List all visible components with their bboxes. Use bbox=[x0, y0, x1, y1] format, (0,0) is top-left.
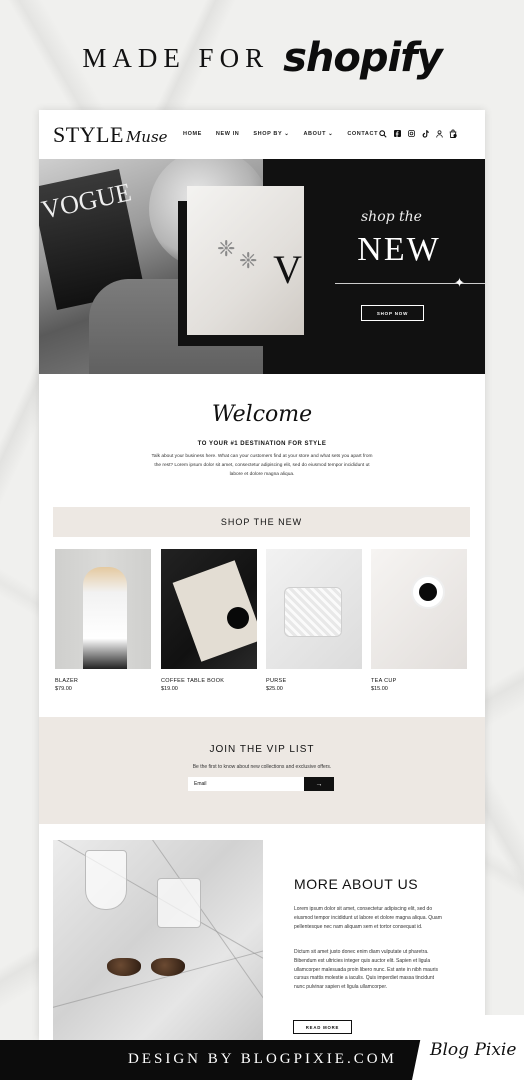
nav-contact[interactable]: CONTACT bbox=[347, 131, 378, 137]
logo-main: STYLE bbox=[53, 122, 124, 147]
vip-subtitle: Be the first to know about new collectio… bbox=[192, 764, 332, 770]
welcome-body: Talk about your business here. What can … bbox=[151, 454, 373, 477]
earring-icon: ❈ bbox=[217, 236, 236, 261]
main-menu: HOME NEW IN SHOP BY ⌄ ABOUT ⌄ CONTACT bbox=[183, 131, 378, 137]
product-image[interactable] bbox=[371, 549, 467, 669]
headline: MADE FOR shopify bbox=[0, 28, 524, 88]
earring-icon: ❈ bbox=[239, 248, 258, 273]
nav-about[interactable]: ABOUT ⌄ bbox=[303, 131, 333, 137]
header-icons bbox=[379, 129, 457, 140]
nav-new-in[interactable]: NEW IN bbox=[216, 131, 239, 137]
footer-credit: DESIGN BY BLOGPIXIE.COM bbox=[128, 1051, 397, 1067]
instagram-icon[interactable] bbox=[407, 130, 415, 139]
hero-title: NEW bbox=[357, 231, 441, 268]
product-name[interactable]: PURSE bbox=[266, 678, 362, 684]
product-grid: BLAZER $79.00 COFFEE TABLE BOOK $19.00 P… bbox=[55, 549, 469, 699]
product-image[interactable] bbox=[161, 549, 257, 669]
nav-shop-by[interactable]: SHOP BY ⌄ bbox=[253, 131, 289, 137]
facebook-icon[interactable] bbox=[393, 130, 401, 139]
water-glass-icon bbox=[157, 878, 201, 928]
made-for-text: MADE FOR bbox=[82, 42, 270, 73]
sparkle-icon: ✦ bbox=[454, 275, 465, 290]
wine-glass-icon bbox=[85, 850, 127, 910]
read-more-button[interactable]: READ MORE bbox=[293, 1020, 352, 1034]
product-price: $79.00 bbox=[55, 686, 72, 692]
product-price: $15.00 bbox=[371, 686, 388, 692]
product-image[interactable] bbox=[266, 549, 362, 669]
about-paragraph-1: Lorem ipsum dolor sit amet, consectetur … bbox=[294, 906, 442, 930]
tiktok-icon[interactable] bbox=[421, 129, 429, 140]
nav-home[interactable]: HOME bbox=[183, 131, 202, 137]
subscribe-arrow-button[interactable]: → bbox=[304, 777, 334, 791]
shopify-logo: shopify bbox=[283, 35, 443, 81]
product-name[interactable]: BLAZER bbox=[55, 678, 151, 684]
hero-photo-earrings: ❈ ❈ V bbox=[187, 186, 304, 335]
welcome-script: Welcome bbox=[211, 402, 313, 427]
product-price: $19.00 bbox=[161, 686, 178, 692]
email-field[interactable] bbox=[188, 777, 304, 791]
hero-banner: VOGUE ❈ ❈ V shop the NEW ✦ SHOP NOW bbox=[39, 159, 485, 374]
about-title: MORE ABOUT US bbox=[294, 876, 419, 892]
shop-the-new-heading: SHOP THE NEW bbox=[53, 507, 470, 537]
product-image[interactable] bbox=[55, 549, 151, 669]
product-card-blazer[interactable]: BLAZER $79.00 bbox=[55, 549, 151, 692]
shop-now-button[interactable]: SHOP NOW bbox=[361, 305, 424, 321]
website-mockup: STYLE Muse HOME NEW IN SHOP BY ⌄ ABOUT ⌄… bbox=[39, 110, 485, 1040]
badge-signature: Blog Pixie bbox=[430, 1040, 517, 1060]
product-card-tea-cup[interactable]: TEA CUP $15.00 bbox=[371, 549, 467, 692]
welcome-subtitle: TO YOUR #1 DESTINATION FOR STYLE bbox=[197, 441, 327, 447]
product-card-book[interactable]: COFFEE TABLE BOOK $19.00 bbox=[161, 549, 257, 692]
site-header: STYLE Muse HOME NEW IN SHOP BY ⌄ ABOUT ⌄… bbox=[39, 110, 485, 159]
product-price: $25.00 bbox=[266, 686, 283, 692]
about-photo bbox=[53, 840, 263, 1040]
product-name[interactable]: COFFEE TABLE BOOK bbox=[161, 678, 257, 684]
blog-pixie-badge: Blog Pixie bbox=[412, 1015, 524, 1080]
search-icon[interactable] bbox=[379, 129, 387, 140]
account-icon[interactable] bbox=[435, 129, 443, 140]
about-paragraph-2: Dictum sit amet justo donec enim diam vu… bbox=[294, 949, 438, 991]
site-logo[interactable]: STYLE Muse bbox=[53, 122, 168, 148]
cart-icon[interactable] bbox=[449, 129, 457, 140]
hero-script: shop the bbox=[361, 209, 422, 225]
product-name[interactable]: TEA CUP bbox=[371, 678, 467, 684]
product-card-purse[interactable]: PURSE $25.00 bbox=[266, 549, 362, 692]
vip-signup-section: JOIN THE VIP LIST Be the first to know a… bbox=[39, 717, 485, 824]
logo-script: Muse bbox=[125, 128, 168, 146]
vip-title: JOIN THE VIP LIST bbox=[209, 744, 315, 755]
sunglasses-icon bbox=[107, 958, 189, 980]
